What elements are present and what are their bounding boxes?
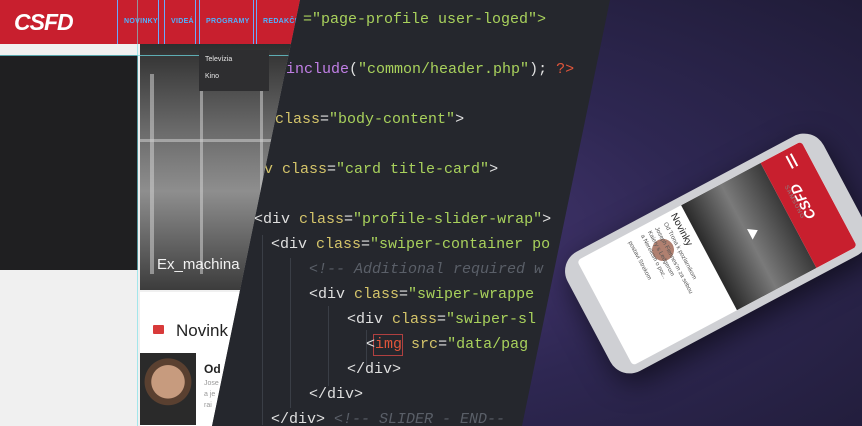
- smartphone: CSFD Novinky Od Trona k pozlarnikom Jose…: [557, 125, 862, 382]
- code-token: <!-- SLIDER - END--: [334, 411, 506, 426]
- code-line[interactable]: <div class="profile-slider-wrap">: [254, 211, 551, 228]
- dropdown-item-televizia[interactable]: Televízia: [205, 56, 232, 63]
- dark-background-area: [0, 55, 138, 270]
- code-line[interactable]: <img src="data/pag: [366, 336, 528, 353]
- code-line[interactable]: class="body-content">: [275, 111, 464, 128]
- code-token: class: [299, 211, 345, 228]
- code-token: "swiper-wrappe: [408, 286, 535, 303]
- code-line[interactable]: <div class="swiper-sl: [347, 311, 536, 328]
- news-icon: [153, 325, 164, 334]
- code-token: <: [366, 336, 376, 353]
- code-token: ?>: [556, 61, 575, 78]
- code-token: src: [411, 336, 439, 353]
- code-token: =: [320, 111, 330, 128]
- code-token: class: [392, 311, 438, 328]
- code-token: >: [455, 111, 465, 128]
- indent-guide: [290, 258, 291, 408]
- code-token: <div: [271, 236, 317, 253]
- snippet-line: a je: [204, 391, 216, 398]
- code-token: v class: [264, 161, 328, 178]
- programy-dropdown: Televízia Kino: [199, 50, 269, 91]
- dropdown-item-kino[interactable]: Kino: [205, 73, 219, 80]
- code-token: img: [375, 336, 403, 353]
- code-token: "swiper-sl: [446, 311, 537, 328]
- code-token: =: [399, 286, 409, 303]
- news-title: Novink: [176, 321, 228, 340]
- code-token: "common/header.php": [358, 61, 530, 78]
- code-line[interactable]: <!-- Additional required w: [309, 261, 543, 278]
- author-avatar: [140, 353, 196, 425]
- code-line[interactable]: <div class="swiper-wrappe: [309, 286, 534, 303]
- code-token: (: [349, 61, 359, 78]
- code-line[interactable]: v class="card title-card">: [264, 161, 498, 178]
- code-line[interactable]: </div>: [347, 361, 401, 378]
- phone-screen: CSFD Novinky Od Trona k pozlarnikom Jose…: [576, 141, 858, 366]
- code-token: ="page-profile user-loged">: [303, 11, 547, 28]
- code-token: "swiper-container po: [370, 236, 551, 253]
- code-token: =: [361, 236, 371, 253]
- code-token: class: [316, 236, 362, 253]
- nav-item-programy[interactable]: PROGRAMY: [199, 0, 254, 44]
- code-token: class: [275, 111, 321, 128]
- code-token: =: [438, 336, 448, 353]
- hamburger-icon[interactable]: [785, 153, 799, 169]
- snippet-title[interactable]: Od: [204, 362, 221, 376]
- indent-guide: [262, 235, 263, 425]
- code-line[interactable]: </div> <!-- SLIDER - END--: [271, 411, 505, 426]
- site-header: CSFD NOVINKY VIDEÁ PROGRAMY REDAKČN: [0, 0, 300, 44]
- code-line[interactable]: </div>: [309, 386, 363, 403]
- code-token: <div: [309, 286, 355, 303]
- nav-item-novinky[interactable]: NOVINKY: [117, 0, 159, 44]
- code-token: <div: [347, 311, 393, 328]
- code-token: "profile-slider-wrap": [353, 211, 543, 228]
- code-token: );: [529, 61, 557, 78]
- layout-guide-horizontal: [0, 55, 300, 56]
- code-token: class: [354, 286, 400, 303]
- snippet-line: Jose: [204, 380, 219, 387]
- code-token: >: [489, 161, 499, 178]
- code-token: </div>: [309, 386, 364, 403]
- indent-guide: [328, 306, 329, 386]
- code-token: </div>: [347, 361, 402, 378]
- code-token: "body-content": [329, 111, 456, 128]
- code-token: include: [286, 61, 350, 78]
- code-token: =: [327, 161, 337, 178]
- code-line[interactable]: <div class="swiper-container po: [271, 236, 550, 253]
- code-line[interactable]: include("common/header.php"); ?>: [286, 61, 574, 78]
- code-token: <div: [254, 211, 300, 228]
- code-token: <!-- Additional required w: [309, 261, 544, 278]
- code-line[interactable]: ="page-profile user-loged">: [303, 11, 546, 28]
- snippet-line: rai: [204, 402, 212, 409]
- site-logo[interactable]: CSFD: [14, 9, 74, 36]
- code-token: >: [542, 211, 552, 228]
- code-token: =: [344, 211, 354, 228]
- photo-caption: Ex_machina: [157, 256, 240, 273]
- code-token: =: [437, 311, 447, 328]
- nav-item-videa[interactable]: VIDEÁ: [164, 0, 196, 44]
- code-token: </div>: [271, 411, 335, 426]
- layout-guide-vertical: [137, 0, 138, 426]
- code-token: "card title-card": [336, 161, 490, 178]
- code-token: "data/pag: [447, 336, 529, 353]
